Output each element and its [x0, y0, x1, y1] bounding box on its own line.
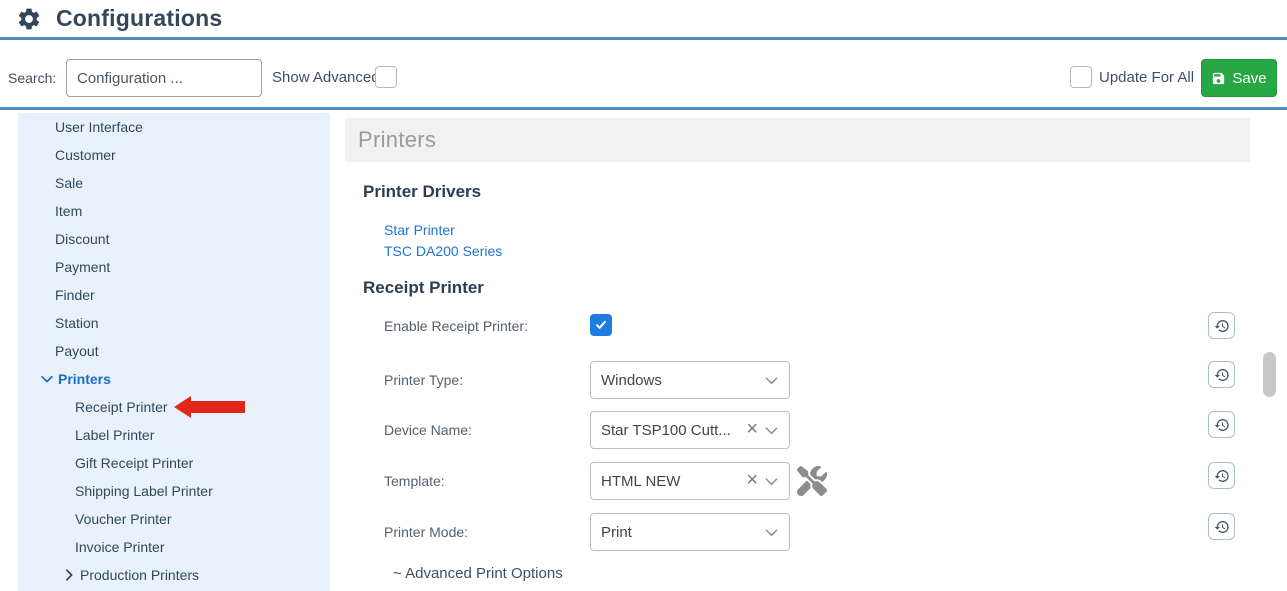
sidebar-item-label: Printers	[58, 371, 111, 387]
save-button-label: Save	[1232, 70, 1266, 87]
template-label: Template:	[384, 473, 584, 489]
sidebar-item-label: Receipt Printer	[75, 399, 168, 415]
reset-template-button[interactable]	[1208, 462, 1235, 489]
sidebar-item-label: User Interface	[55, 119, 143, 135]
update-for-all-checkbox[interactable]	[1070, 66, 1092, 88]
history-icon	[1214, 519, 1230, 535]
reset-printer-type-button[interactable]	[1208, 361, 1235, 388]
device-name-select[interactable]: Star TSP100 Cutt... ×	[590, 411, 790, 449]
panel-header: Printers	[345, 118, 1250, 162]
x-icon[interactable]: ×	[746, 419, 758, 439]
sidebar-item-invoice-printer[interactable]: Invoice Printer	[18, 533, 330, 561]
sidebar-item-label: Station	[55, 315, 99, 331]
sidebar-item-label: Discount	[55, 231, 109, 247]
show-advanced-checkbox[interactable]	[375, 66, 397, 88]
sidebar-item-label: Label Printer	[75, 427, 154, 443]
sidebar-item-discount[interactable]: Discount	[18, 225, 330, 253]
sidebar-item-receipt-printer[interactable]: Receipt Printer	[18, 393, 330, 421]
printer-drivers-heading: Printer Drivers	[363, 182, 481, 202]
receipt-printer-heading: Receipt Printer	[363, 278, 484, 298]
update-for-all-label: Update For All	[1099, 69, 1194, 86]
enable-receipt-printer-checkbox[interactable]	[590, 314, 612, 336]
sidebar-item-production-printers[interactable]: Production Printers	[18, 561, 330, 589]
vertical-scrollbar-thumb[interactable]	[1263, 352, 1276, 397]
sidebar-item-label: Gift Receipt Printer	[75, 455, 193, 471]
history-icon	[1214, 318, 1230, 334]
sidebar-item-user-interface[interactable]: User Interface	[18, 113, 330, 141]
sidebar-item-label-printer[interactable]: Label Printer	[18, 421, 330, 449]
search-input[interactable]	[66, 59, 262, 97]
sidebar-item-sale[interactable]: Sale	[18, 169, 330, 197]
advanced-print-options-toggle[interactable]: ~ Advanced Print Options	[393, 565, 563, 582]
sidebar-item-station[interactable]: Station	[18, 309, 330, 337]
sidebar-item-label: Finder	[55, 287, 95, 303]
reset-device-name-button[interactable]	[1208, 411, 1235, 438]
template-select[interactable]: HTML NEW ×	[590, 462, 790, 500]
chevron-down-icon[interactable]	[764, 423, 779, 438]
x-icon[interactable]: ×	[746, 470, 758, 490]
history-icon	[1214, 468, 1230, 484]
config-nav-sidebar: User Interface Customer Sale Item Discou…	[18, 113, 330, 591]
tools-icon[interactable]	[797, 466, 827, 496]
reset-enable-receipt-printer-button[interactable]	[1208, 312, 1235, 339]
chevron-down-icon[interactable]	[764, 373, 779, 388]
sidebar-item-customer[interactable]: Customer	[18, 141, 330, 169]
sidebar-item-label: Payout	[55, 343, 99, 359]
sidebar-item-finder[interactable]: Finder	[18, 281, 330, 309]
printer-type-select[interactable]: Windows	[590, 361, 790, 399]
printer-mode-select[interactable]: Print	[590, 513, 790, 551]
sidebar-item-item[interactable]: Item	[18, 197, 330, 225]
chevron-down-icon[interactable]	[764, 525, 779, 540]
history-icon	[1214, 367, 1230, 383]
sidebar-item-label: Voucher Printer	[75, 511, 172, 527]
template-value: HTML NEW	[591, 473, 746, 490]
printer-type-value: Windows	[591, 372, 764, 389]
sidebar-item-label: Payment	[55, 259, 110, 275]
chevron-right-icon	[62, 568, 76, 582]
page-header: Configurations	[0, 0, 1287, 40]
sidebar-item-label: Customer	[55, 147, 116, 163]
configurations-page: Configurations Search: Show Advanced Upd…	[0, 0, 1287, 591]
check-icon	[594, 318, 608, 332]
sidebar-item-gift-receipt-printer[interactable]: Gift Receipt Printer	[18, 449, 330, 477]
sidebar-item-voucher-printer[interactable]: Voucher Printer	[18, 505, 330, 533]
sidebar-item-label: Sale	[55, 175, 83, 191]
floppy-disk-icon	[1211, 71, 1226, 86]
sidebar-item-label: Item	[55, 203, 82, 219]
device-name-label: Device Name:	[384, 422, 584, 438]
device-name-value: Star TSP100 Cutt...	[591, 422, 746, 439]
gear-icon	[16, 6, 42, 32]
panel-title: Printers	[358, 127, 436, 153]
sidebar-item-payout[interactable]: Payout	[18, 337, 330, 365]
sidebar-item-payment[interactable]: Payment	[18, 253, 330, 281]
printer-mode-value: Print	[591, 524, 764, 541]
sidebar-item-shipping-label-printer[interactable]: Shipping Label Printer	[18, 477, 330, 505]
search-label: Search:	[8, 70, 56, 86]
red-arrow-left-icon	[174, 396, 245, 418]
show-advanced-label: Show Advanced	[272, 69, 380, 86]
sidebar-item-label: Invoice Printer	[75, 539, 164, 555]
reset-printer-mode-button[interactable]	[1208, 513, 1235, 540]
history-icon	[1214, 417, 1230, 433]
page-title: Configurations	[56, 5, 222, 32]
sidebar-item-label: Production Printers	[80, 567, 199, 583]
sidebar-item-label: Shipping Label Printer	[75, 483, 213, 499]
driver-link-tsc-da200[interactable]: TSC DA200 Series	[384, 243, 502, 259]
save-button[interactable]: Save	[1201, 59, 1277, 97]
printer-type-label: Printer Type:	[384, 372, 584, 388]
chevron-down-icon[interactable]	[764, 474, 779, 489]
driver-link-star-printer[interactable]: Star Printer	[384, 222, 455, 238]
sidebar-item-printers[interactable]: Printers	[18, 365, 330, 393]
chevron-down-icon	[40, 372, 54, 386]
enable-receipt-printer-label: Enable Receipt Printer:	[384, 318, 584, 334]
printer-mode-label: Printer Mode:	[384, 524, 584, 540]
